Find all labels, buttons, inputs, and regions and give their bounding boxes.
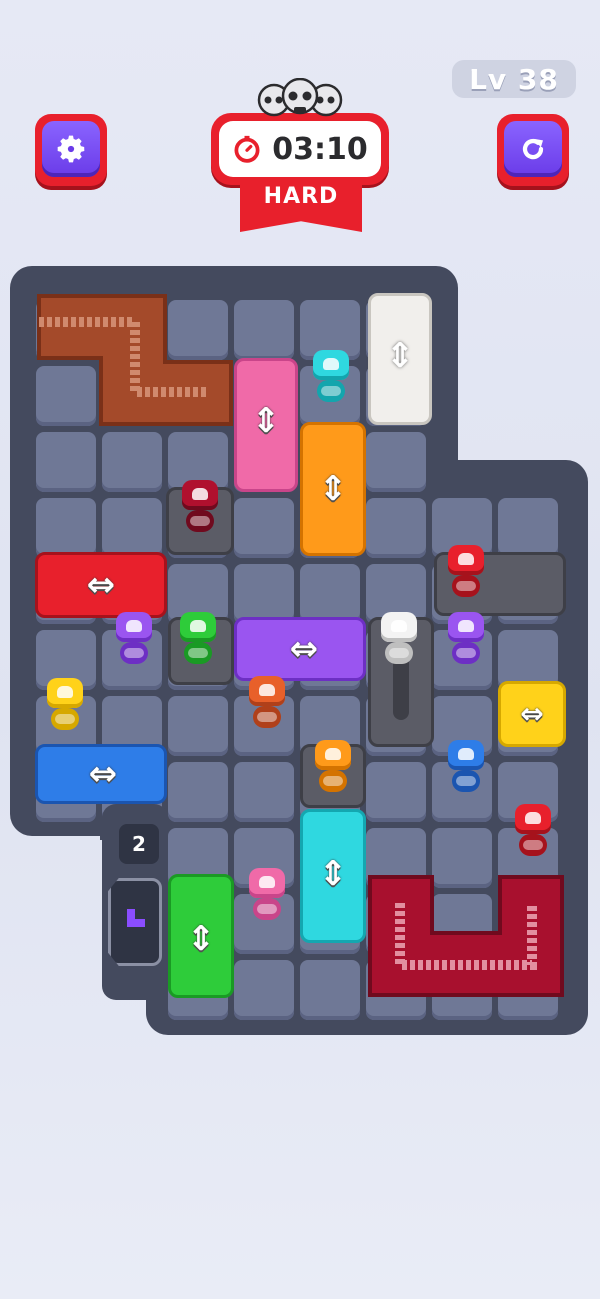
board-tile (36, 498, 96, 558)
purple-horizontal-piece[interactable]: ⇔ (234, 617, 366, 681)
vertical-arrow-icon: ⇕ (186, 919, 216, 959)
board-tile (234, 762, 294, 822)
red-horizontal-piece[interactable]: ⇔ (35, 552, 167, 618)
green-vertical-piece[interactable]: ⇕ (168, 874, 234, 998)
board-tile (234, 498, 294, 558)
timer-value: 03:10 (272, 131, 368, 167)
board-tile (102, 498, 162, 558)
board-tile (300, 960, 360, 1020)
yellow-zipper-pull[interactable] (43, 678, 87, 734)
vertical-arrow-icon: ⇕ (251, 401, 281, 441)
board-tile (234, 300, 294, 360)
board-tile (234, 960, 294, 1020)
level-badge: Lv 38 (452, 60, 576, 98)
red-zipper-pull[interactable] (511, 804, 555, 860)
blue-horizontal-piece[interactable]: ⇔ (35, 744, 167, 804)
yellow-horizontal-piece[interactable]: ⇔ (498, 681, 566, 747)
board-tile (168, 762, 228, 822)
restart-icon (522, 138, 544, 160)
horizontal-arrow-icon: ⇔ (520, 697, 544, 730)
vertical-arrow-icon: ⇕ (385, 336, 415, 376)
white-zipper-pull[interactable] (377, 612, 421, 668)
remaining-counter: 2 (119, 824, 159, 864)
purple-zipper-pull[interactable] (444, 612, 488, 668)
stopwatch-icon (234, 135, 260, 163)
restart-button[interactable] (497, 114, 569, 186)
gear-icon (57, 135, 85, 163)
orange-zipper-pull[interactable] (311, 740, 355, 796)
vertical-arrow-icon: ⇕ (318, 854, 348, 894)
board-tile (366, 432, 426, 492)
horizontal-arrow-icon: ⇔ (289, 629, 319, 669)
cyan-zipper-pull[interactable] (309, 350, 353, 406)
corner-piece-icon (127, 909, 145, 927)
board-tile (366, 498, 426, 558)
orange-vertical-piece[interactable]: ⇕ (300, 422, 366, 556)
difficulty-label: HARD (263, 184, 339, 209)
side-panel: 2 (102, 804, 168, 1000)
red-zipper-pull[interactable] (444, 545, 488, 601)
horizontal-arrow-icon: ⇔ (86, 565, 116, 605)
board-tile (498, 498, 558, 558)
green-zipper-pull[interactable] (176, 612, 220, 668)
pink-vertical-piece[interactable]: ⇕ (234, 358, 298, 492)
board-tile (234, 564, 294, 624)
white-vertical-piece[interactable]: ⇕ (368, 293, 432, 425)
remaining-count: 2 (132, 832, 146, 856)
difficulty-ribbon: HARD (240, 178, 362, 232)
maroon-zipper-pull[interactable] (178, 480, 222, 536)
board-tile (366, 762, 426, 822)
level-label: Lv 38 (469, 62, 559, 96)
pink-zipper-pull[interactable] (245, 868, 289, 924)
purple-zipper-pull[interactable] (112, 612, 156, 668)
orange-red-zipper-pull[interactable] (245, 676, 289, 732)
board-tile (36, 432, 96, 492)
cyan-vertical-piece[interactable]: ⇕ (300, 809, 366, 943)
horizontal-arrow-icon: ⇔ (88, 754, 118, 794)
board-tile (300, 564, 360, 624)
vertical-arrow-icon: ⇕ (318, 469, 348, 509)
maroon-u-piece[interactable] (366, 873, 566, 999)
next-piece-slot (108, 878, 162, 966)
board-tile (168, 696, 228, 756)
settings-button[interactable] (35, 114, 107, 186)
board-tile (102, 432, 162, 492)
blue-zipper-pull[interactable] (444, 740, 488, 796)
skull-icon (257, 78, 343, 117)
timer-panel: 03:10 (211, 113, 389, 185)
brown-zipper-piece[interactable] (35, 292, 235, 428)
